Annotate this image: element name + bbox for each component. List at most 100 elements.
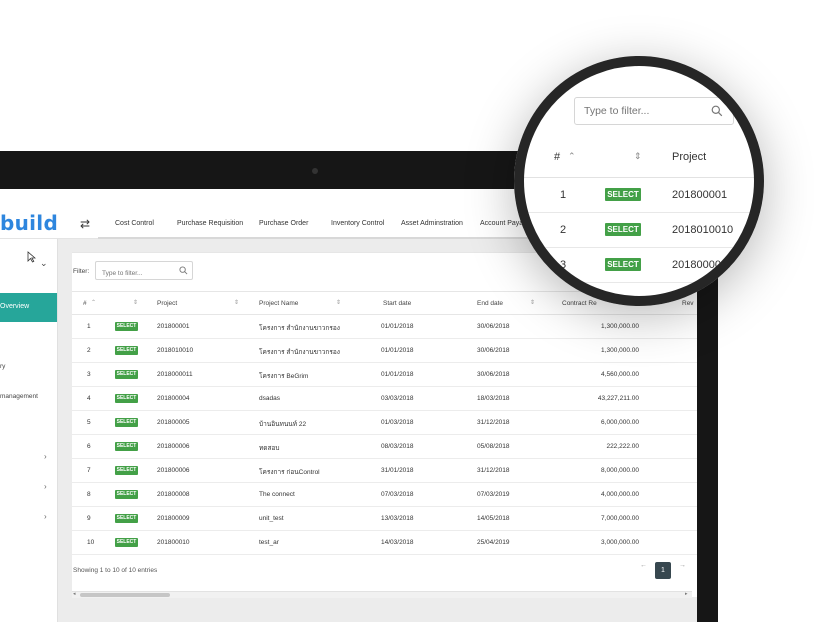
project-code: 201800006 [157,443,190,450]
col-end-date[interactable]: End date [477,300,503,307]
sort-icon[interactable]: ⇕ [234,299,239,306]
end-date: 30/06/2018 [477,371,510,378]
contract-value: 4,560,000.00 [601,371,639,378]
table-row[interactable]: 3 SELECT 2018000011 โครงการ BeGrim 01/01/201… [72,363,697,387]
start-date: 01/01/2018 [381,323,414,330]
start-date: 31/01/2018 [381,467,414,474]
row-number: 5 [87,419,91,426]
table-row[interactable]: 6 SELECT 201800006 ทดสอบ 08/03/2018 05/08/201… [72,435,697,459]
project-name: โครงการ สำนักงานขาวกรอง [259,325,340,332]
table-row[interactable]: 1 SELECT 201800001 โครงการ สำนักงานขาวกรอง 0… [72,315,697,339]
horizontal-scrollbar[interactable]: ◂ ▸ [72,591,692,598]
select-button[interactable]: SELECT [115,418,138,427]
table-row[interactable]: 9 SELECT 201800009 unit_test 13/03/2018 14/05… [72,507,697,531]
end-date: 31/12/2018 [477,419,510,426]
contract-value: 3,000,000.00 [601,539,639,546]
end-date: 18/03/2018 [477,395,510,402]
row-number: 4 [87,395,91,402]
page-1-button[interactable]: 1 [655,562,671,579]
project-name: โครงการ BeGrim [259,373,309,380]
row-number: 6 [87,443,91,450]
table-row[interactable]: 4 SELECT 201800004 dsadas 03/03/2018 18/03/20… [72,387,697,411]
start-date: 13/03/2018 [381,515,414,522]
sort-asc-icon[interactable]: ⌃ [91,299,96,306]
contract-value: 1,300,000.00 [601,323,639,330]
project-code: 2018010010 [157,347,194,354]
select-button[interactable]: SELECT [115,442,138,451]
col-number[interactable]: # [83,300,87,307]
start-date: 01/01/2018 [381,371,414,378]
end-date: 30/06/2018 [477,347,510,354]
sidebar-item-overview[interactable]: Overview [0,293,57,322]
marketing-stage: build ⇄ Cost Control Purchase Requisitio… [0,0,839,622]
table-row[interactable]: 8 SELECT 201800008 The connect 07/03/2018 07/… [72,483,697,507]
magnifier-ring [514,56,764,306]
start-date: 08/03/2018 [381,443,414,450]
sidebar: ⌄ Overview ry management › › › [0,239,58,622]
project-name: ทดสอบ [259,445,280,452]
start-date: 03/03/2018 [381,395,414,402]
filter-input[interactable] [96,265,176,282]
laptop-camera [312,168,318,174]
prev-page-icon[interactable]: ← [640,562,647,569]
col-project[interactable]: Project [157,300,177,307]
filter-label: Filter: [73,268,90,275]
filter-field[interactable] [95,261,193,282]
select-button[interactable]: SELECT [115,322,138,331]
end-date: 31/12/2018 [477,467,510,474]
scroll-right-icon[interactable]: ▸ [685,591,688,597]
select-button[interactable]: SELECT [115,346,138,355]
select-button[interactable]: SELECT [115,370,138,379]
end-date: 07/03/2019 [477,491,510,498]
end-date: 30/06/2018 [477,323,510,330]
project-name: unit_test [259,515,284,522]
project-name: โครงการ ก่อนControl [259,469,320,476]
contract-value: 6,000,000.00 [601,419,639,426]
contract-value: 4,000,000.00 [601,491,639,498]
contract-value: 43,227,211.00 [597,395,639,402]
table-row[interactable]: 5 SELECT 201800005 บ้านอินทนนท์ 22 01/03/201… [72,411,697,435]
scrollbar-thumb[interactable] [80,593,170,597]
table-row[interactable]: 7 SELECT 201800006 โครงการ ก่อนControl 31/01… [72,459,697,483]
project-code: 201800001 [157,323,190,330]
row-number: 7 [87,467,91,474]
sort-icon[interactable]: ⇕ [336,299,341,306]
chevron-right-icon[interactable]: › [44,512,47,521]
col-project-name[interactable]: Project Name [259,300,298,307]
end-date: 14/05/2018 [477,515,510,522]
swap-arrows-icon[interactable]: ⇄ [80,217,90,231]
table-row[interactable]: 10 SELECT 201800010 test_ar 14/03/2018 25/04/… [72,531,697,555]
table-row[interactable]: 2 SELECT 2018010010 โครงการ สำนักงานขาวกรอง… [72,339,697,363]
row-number: 9 [87,515,91,522]
scroll-left-icon[interactable]: ◂ [73,591,76,597]
sidebar-item-history[interactable]: ry [0,363,5,370]
nav-cost-control[interactable]: Cost Control [115,220,154,227]
start-date: 01/03/2018 [381,419,414,426]
row-number: 1 [87,323,91,330]
nav-purchase-requisition[interactable]: Purchase Requisition [177,220,243,227]
project-code: 201800004 [157,395,190,402]
chevron-right-icon[interactable]: › [44,482,47,491]
project-name: test_ar [259,539,279,546]
select-button[interactable]: SELECT [115,394,138,403]
nav-asset-administration[interactable]: Asset Adminstration [401,220,463,227]
select-button[interactable]: SELECT [115,514,138,523]
nav-inventory-control[interactable]: Inventory Control [331,220,384,227]
project-code: 201800006 [157,467,190,474]
project-name: The connect [259,491,295,498]
mouse-cursor-icon [27,251,36,263]
select-button[interactable]: SELECT [115,538,138,547]
sidebar-item-management[interactable]: management [0,393,38,400]
project-code: 201800010 [157,539,190,546]
start-date: 01/01/2018 [381,347,414,354]
project-code: 201800005 [157,419,190,426]
chevron-right-icon[interactable]: › [44,452,47,461]
nav-purchase-order[interactable]: Purchase Order [259,220,308,227]
select-button[interactable]: SELECT [115,490,138,499]
chevron-down-icon[interactable]: ⌄ [40,258,48,269]
next-page-icon[interactable]: → [679,562,686,569]
row-number: 10 [87,539,95,546]
select-button[interactable]: SELECT [115,466,138,475]
sort-icon[interactable]: ⇕ [133,299,138,306]
col-start-date[interactable]: Start date [383,300,411,307]
